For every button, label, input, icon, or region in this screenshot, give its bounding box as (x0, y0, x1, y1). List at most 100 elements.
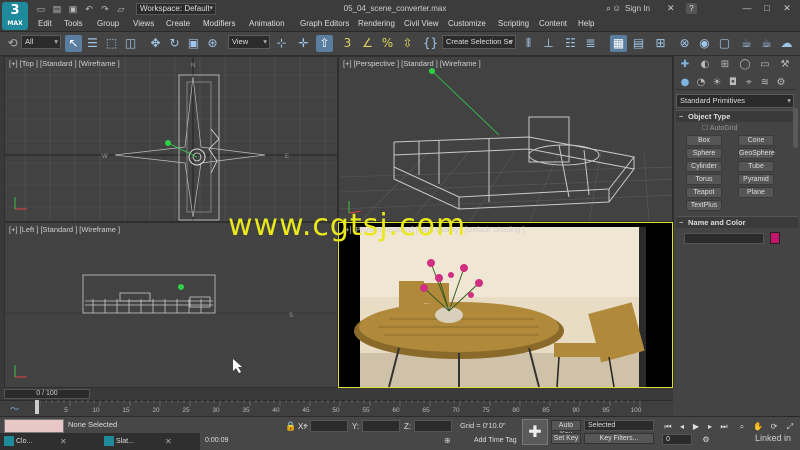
sign-in-link[interactable]: Sign In (625, 4, 650, 14)
reference-coordinate-dropdown[interactable]: View ▾ (228, 35, 270, 49)
lights-icon[interactable]: ☀ (710, 76, 724, 90)
task-item[interactable]: Clo... (4, 435, 32, 448)
undo-toolbar-icon[interactable]: ⟲ (4, 35, 21, 52)
object-type-rollout[interactable]: − Object Type (676, 110, 798, 122)
name-and-color-rollout[interactable]: − Name and Color (676, 216, 798, 228)
viewport-left[interactable]: S [+] [Left ] [Standard ] [Wireframe ] (4, 222, 338, 388)
time-slider[interactable] (0, 388, 673, 400)
create-tab-icon[interactable]: ✚ (678, 58, 692, 72)
geosphere-button[interactable]: GeoSphere (738, 148, 775, 159)
pan-view-icon[interactable]: ✋ (752, 421, 764, 432)
menu-create[interactable]: Create (166, 19, 190, 29)
display-tab-icon[interactable]: ▭ (758, 58, 772, 72)
menu-graph-editors[interactable]: Graph Editors (300, 19, 349, 29)
pyramid-button[interactable]: Pyramid (738, 174, 774, 185)
a360-render-icon[interactable]: ☁ (778, 35, 795, 52)
teapot-button[interactable]: Teapot (686, 187, 722, 198)
place-icon[interactable]: ⊛ (204, 35, 221, 52)
layer-explorer-icon[interactable]: ≣ (582, 35, 599, 52)
workspace-dropdown[interactable]: Workspace: Default ▾ (136, 3, 216, 15)
help-button[interactable]: ? (686, 3, 697, 14)
menu-views[interactable]: Views (133, 19, 154, 29)
rotate-icon[interactable]: ↻ (166, 35, 183, 52)
close-button[interactable]: ✕ (780, 2, 794, 14)
lock-selection-icon[interactable]: 🔒 (285, 421, 296, 432)
scene-explorer-icon[interactable]: ☷ (562, 35, 579, 52)
zoom-extents-icon[interactable]: ⌕ (736, 421, 748, 432)
motion-tab-icon[interactable]: ◯ (738, 58, 752, 72)
primitive-category-dropdown[interactable]: Standard Primitives ▾ (676, 94, 794, 108)
menu-civil-view[interactable]: Civil View (404, 19, 439, 29)
hierarchy-tab-icon[interactable]: ⊞ (718, 58, 732, 72)
select-object-icon[interactable]: ↖ (65, 35, 82, 52)
cameras-icon[interactable]: ◘ (726, 76, 740, 90)
close-icon[interactable]: ✕ (165, 435, 172, 448)
redo-icon[interactable]: ↷ (98, 4, 112, 14)
maximize-button[interactable]: □ (760, 2, 774, 14)
select-by-name-icon[interactable]: ☰ (84, 35, 101, 52)
spinner-snap-icon[interactable]: ⇳ (399, 35, 416, 52)
torus-button[interactable]: Torus (686, 174, 722, 185)
render-setup-icon[interactable]: ◉ (696, 35, 713, 52)
box-button[interactable]: Box (686, 135, 722, 146)
undo-icon[interactable]: ↶ (82, 4, 96, 14)
menu-animation[interactable]: Animation (249, 19, 285, 29)
snaps-toggle-icon[interactable]: 3 (339, 35, 356, 52)
z-coordinate-field[interactable] (414, 420, 452, 432)
viewport-camera[interactable]: [+] [PhysCamera001] [High Quality ] [Def… (338, 222, 673, 388)
project-folder-icon[interactable]: ▱ (114, 4, 128, 14)
go-to-start-icon[interactable]: ⏮ (662, 421, 674, 432)
select-manipulate-icon[interactable]: ✛ (295, 35, 312, 52)
add-time-tag-button[interactable]: Add Time Tag (474, 436, 517, 446)
scale-icon[interactable]: ▣ (185, 35, 202, 52)
move-icon[interactable]: ✥ (147, 35, 164, 52)
named-selection-set-dropdown[interactable]: Create Selection Se ▾ (442, 35, 516, 49)
menu-edit[interactable]: Edit (38, 19, 52, 29)
previous-frame-icon[interactable]: ◂ (676, 421, 688, 432)
next-frame-icon[interactable]: ▸ (704, 421, 716, 432)
schematic-view-icon[interactable]: ⊞ (652, 35, 669, 52)
cone-button[interactable]: Cone (738, 135, 774, 146)
viewport-left-label[interactable]: [+] [Left ] [Standard ] [Wireframe ] (9, 225, 120, 234)
percent-snap-icon[interactable]: % (379, 35, 396, 52)
time-config-icon[interactable]: ⚙ (700, 434, 712, 445)
time-tag-icon[interactable]: ⊕ (444, 436, 451, 445)
current-frame-field[interactable]: 0 (662, 434, 692, 445)
object-color-swatch[interactable] (770, 232, 780, 244)
tube-button[interactable]: Tube (738, 161, 774, 172)
viewport-perspective-label[interactable]: [+] [Perspective ] [Standard ] [Wirefram… (343, 59, 481, 68)
app-logo-button[interactable]: 3 MAX (2, 2, 28, 30)
y-coordinate-field[interactable] (362, 420, 400, 432)
mirror-icon[interactable]: ⫴ (520, 35, 537, 52)
set-keys-button[interactable]: ✚ (522, 419, 548, 445)
selection-filter-dropdown[interactable]: All ▾ (21, 35, 61, 49)
cylinder-button[interactable]: Cylinder (686, 161, 722, 172)
menu-rendering[interactable]: Rendering (358, 19, 395, 29)
play-icon[interactable]: ▶ (690, 421, 702, 432)
menu-help[interactable]: Help (578, 19, 594, 29)
curve-editor-icon[interactable]: ▤ (630, 35, 647, 52)
save-file-icon[interactable]: ▣ (66, 4, 80, 14)
maxscript-listener-field[interactable] (4, 419, 64, 433)
keyboard-shortcut-toggle-icon[interactable]: ⇧ (316, 35, 333, 52)
helpers-icon[interactable]: ⌖ (742, 76, 756, 90)
rendered-frame-window-icon[interactable]: ▢ (716, 35, 733, 52)
geometry-icon[interactable]: ● (678, 76, 692, 90)
align-icon[interactable]: ⊥ (540, 35, 557, 52)
menu-tools[interactable]: Tools (64, 19, 83, 29)
render-iterative-icon[interactable]: ☕ (758, 35, 775, 52)
viewport-perspective[interactable]: [+] [Perspective ] [Standard ] [Wirefram… (338, 56, 673, 222)
menu-group[interactable]: Group (97, 19, 119, 29)
edit-named-selection-icon[interactable]: {} (422, 35, 439, 52)
set-key-button[interactable]: Set Key (551, 433, 581, 444)
viewport-top[interactable]: N W E [+] [Top ] [Standard ] [Wireframe … (4, 56, 338, 222)
ribbon-toggle-icon[interactable]: ▦ (610, 35, 627, 52)
key-mode-dropdown[interactable]: Selected (584, 420, 654, 431)
render-production-icon[interactable]: ☕ (738, 35, 755, 52)
close-icon[interactable]: ✕ (60, 435, 67, 448)
maximize-viewport-icon[interactable]: ⤢ (784, 421, 796, 432)
menu-modifiers[interactable]: Modifiers (203, 19, 235, 29)
window-crossing-icon[interactable]: ◫ (122, 35, 139, 52)
shapes-icon[interactable]: ◔ (694, 76, 708, 90)
key-filters-button[interactable]: Key Filters... (584, 433, 654, 444)
